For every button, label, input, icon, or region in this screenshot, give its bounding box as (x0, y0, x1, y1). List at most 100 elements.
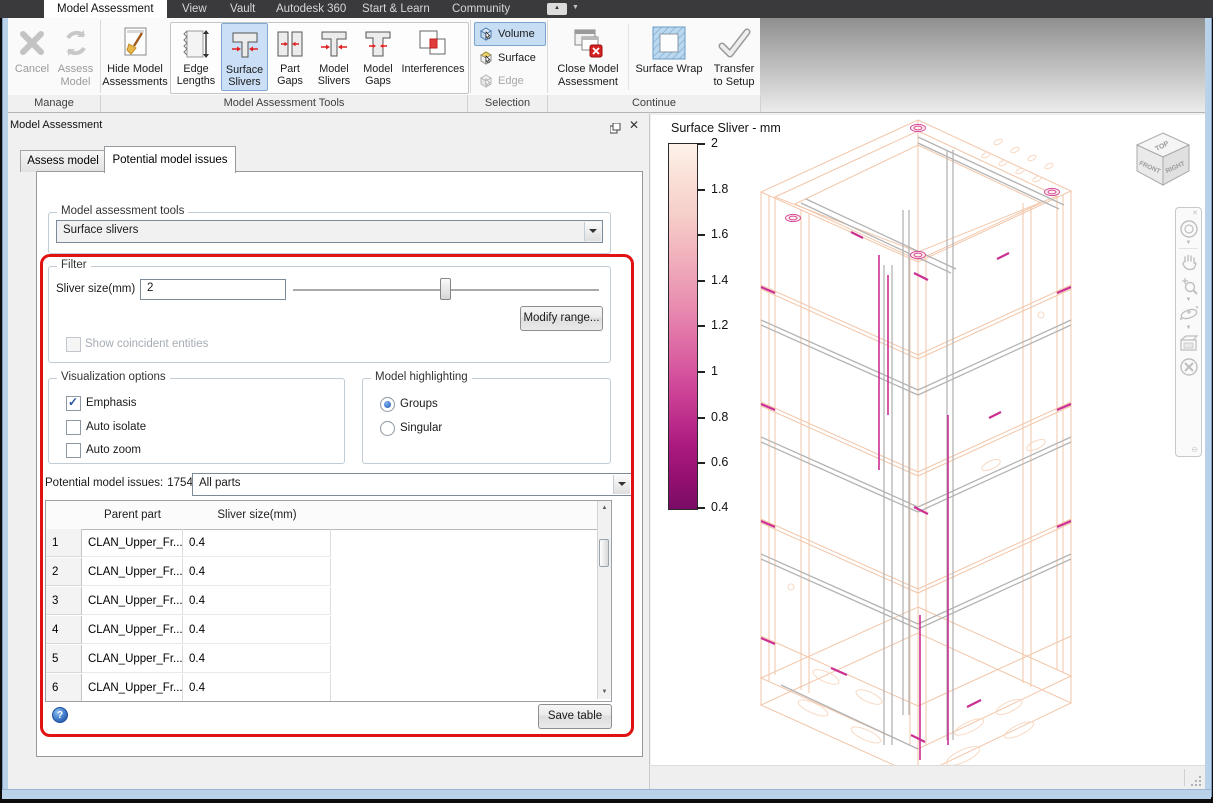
assessment-tool-combobox[interactable]: Surface slivers (56, 220, 603, 243)
row-number[interactable]: 1 (46, 529, 82, 557)
part-gaps-icon (273, 25, 307, 63)
edge-lengths-button[interactable]: Edge Lengths (171, 23, 221, 91)
cell-sliver-size[interactable]: 0.4 (183, 558, 331, 586)
parts-filter-combobox[interactable]: All parts (192, 473, 632, 496)
navbar-customize-icon[interactable]: ⊖ (1191, 446, 1198, 454)
part-gaps-button[interactable]: Part Gaps (268, 23, 312, 91)
cell-parent-part[interactable]: CLAN_Upper_Fr... (82, 616, 183, 644)
minimize-ribbon-icon[interactable]: ▲ (547, 3, 567, 15)
zoom-button[interactable] (1176, 272, 1201, 296)
cell-parent-part[interactable]: CLAN_Upper_Fr... (82, 558, 183, 586)
group-label-selection[interactable]: Selection (468, 95, 548, 112)
orbit-button[interactable] (1176, 304, 1201, 324)
hide-model-assessments-icon (118, 23, 152, 63)
scroll-down-icon[interactable]: ▼ (598, 685, 611, 699)
tab-potential-model-issues[interactable]: Potential model issues (104, 146, 236, 173)
hide-model-assessments-button[interactable]: Hide Model Assessments (102, 21, 168, 93)
model-gaps-button[interactable]: Model Gaps (356, 23, 400, 91)
issues-table: Parent part Sliver size(mm) 1 CLAN_Upper… (45, 500, 612, 702)
navbar-caret-icon[interactable]: ▼ (1176, 324, 1201, 332)
singular-radio[interactable] (380, 421, 395, 436)
sliver-size-input[interactable]: 2 (140, 279, 286, 300)
modify-range-button[interactable]: Modify range... (520, 306, 603, 331)
groups-radio[interactable] (380, 397, 395, 412)
row-number[interactable]: 6 (46, 674, 82, 701)
tab-community[interactable]: Community (448, 0, 514, 18)
transfer-to-setup-icon (716, 23, 752, 63)
cell-parent-part[interactable]: CLAN_Upper_Fr... (82, 587, 183, 615)
row-number[interactable]: 3 (46, 587, 82, 615)
interferences-button[interactable]: Interferences (400, 23, 466, 91)
cell-sliver-size[interactable]: 0.4 (183, 616, 331, 644)
cell-sliver-size[interactable]: 0.4 (183, 587, 331, 615)
navbar-close-icon[interactable]: ✕ (1176, 208, 1201, 217)
cell-sliver-size[interactable]: 0.4 (183, 529, 331, 557)
tab-start-learn[interactable]: Start & Learn (358, 0, 434, 18)
cell-sliver-size[interactable]: 0.4 (183, 674, 331, 701)
help-icon[interactable]: ? (52, 707, 68, 723)
resize-grip-icon[interactable] (1190, 775, 1202, 787)
panel-close-icon[interactable]: ✕ (629, 118, 639, 132)
show-coincident-checkbox[interactable] (66, 337, 81, 352)
assess-model-button[interactable]: Assess Model (53, 21, 98, 93)
table-header-blank[interactable] (46, 501, 83, 530)
tab-autodesk-360[interactable]: Autodesk 360 (272, 0, 350, 18)
assess-model-icon (59, 23, 93, 63)
table-scrollbar[interactable]: ▲ ▼ (597, 501, 611, 699)
group-label-model-assessment-tools[interactable]: Model Assessment Tools (101, 95, 468, 112)
row-number[interactable]: 5 (46, 645, 82, 673)
auto-zoom-checkbox[interactable] (66, 443, 81, 458)
panel-float-icon[interactable] (609, 121, 621, 139)
navbar-caret-icon[interactable]: ▼ (1176, 296, 1201, 304)
table-header-sliver-size[interactable]: Sliver size(mm) (183, 501, 332, 530)
look-at-button[interactable] (1176, 332, 1201, 353)
combo-arrow-icon[interactable] (584, 222, 601, 241)
show-coincident-label: Show coincident entities (85, 338, 209, 350)
cell-parent-part[interactable]: CLAN_Upper_Fr... (82, 529, 183, 557)
cell-parent-part[interactable]: CLAN_Upper_Fr... (82, 674, 183, 701)
sliver-size-slider-handle[interactable] (440, 278, 451, 300)
save-table-button[interactable]: Save table (538, 704, 612, 729)
view-cube[interactable]: TOP FRONT RIGHT (1127, 123, 1199, 195)
look-at-icon (1179, 335, 1198, 351)
row-number[interactable]: 2 (46, 558, 82, 586)
scrollbar-thumb[interactable] (599, 539, 609, 567)
scroll-up-icon[interactable]: ▲ (598, 501, 611, 515)
viewport-3d[interactable]: Surface Sliver - mm 2 1.8 1.6 1.4 1.2 1 … (651, 115, 1205, 765)
navbar-caret-icon[interactable]: ▼ (1176, 239, 1201, 247)
transfer-to-setup-button[interactable]: Transfer to Setup (708, 21, 760, 93)
auto-isolate-checkbox[interactable] (66, 420, 81, 435)
singular-label: Singular (400, 422, 443, 434)
panel-viewport-divider[interactable] (649, 112, 650, 789)
surface-slivers-button[interactable]: Surface Slivers (221, 23, 268, 91)
sliver-size-label: Sliver size(mm) (56, 283, 136, 295)
cancel-button[interactable]: Cancel (12, 21, 52, 93)
tools-groupbox-label: Model assessment tools (57, 205, 189, 217)
row-number[interactable]: 4 (46, 616, 82, 644)
tab-model-assessment[interactable]: Model Assessment (44, 0, 167, 18)
auto-isolate-label: Auto isolate (86, 421, 147, 433)
model-slivers-button[interactable]: Model Slivers (312, 23, 356, 91)
volume-icon (480, 27, 492, 41)
selection-surface-button[interactable]: Surface (474, 46, 546, 70)
combo-arrow-icon[interactable] (613, 475, 630, 494)
tab-assess-model[interactable]: Assess model (20, 150, 106, 172)
legend-tick (697, 462, 705, 464)
group-label-manage[interactable]: Manage (8, 95, 101, 112)
group-label-continue[interactable]: Continue (548, 95, 761, 112)
surface-wrap-button[interactable]: Surface Wrap (631, 21, 707, 93)
surface-wrap-icon (650, 23, 688, 63)
steering-wheel-button[interactable] (1176, 217, 1201, 239)
pan-button[interactable] (1176, 250, 1201, 272)
ribbon-options-caret-icon[interactable]: ▼ (572, 4, 579, 11)
selection-volume-button[interactable]: Volume (474, 22, 546, 46)
close-model-assessment-button[interactable]: Close Model Assessment (551, 21, 625, 93)
emphasis-checkbox[interactable] (66, 395, 81, 411)
cell-sliver-size[interactable]: 0.4 (183, 645, 331, 673)
cell-parent-part[interactable]: CLAN_Upper_Fr... (82, 645, 183, 673)
tab-view[interactable]: View (178, 0, 211, 18)
selection-edge-button[interactable]: Edge (474, 70, 546, 92)
full-nav-button[interactable] (1176, 353, 1201, 377)
table-header-parent-part[interactable]: Parent part (82, 501, 184, 530)
tab-vault[interactable]: Vault (226, 0, 259, 18)
